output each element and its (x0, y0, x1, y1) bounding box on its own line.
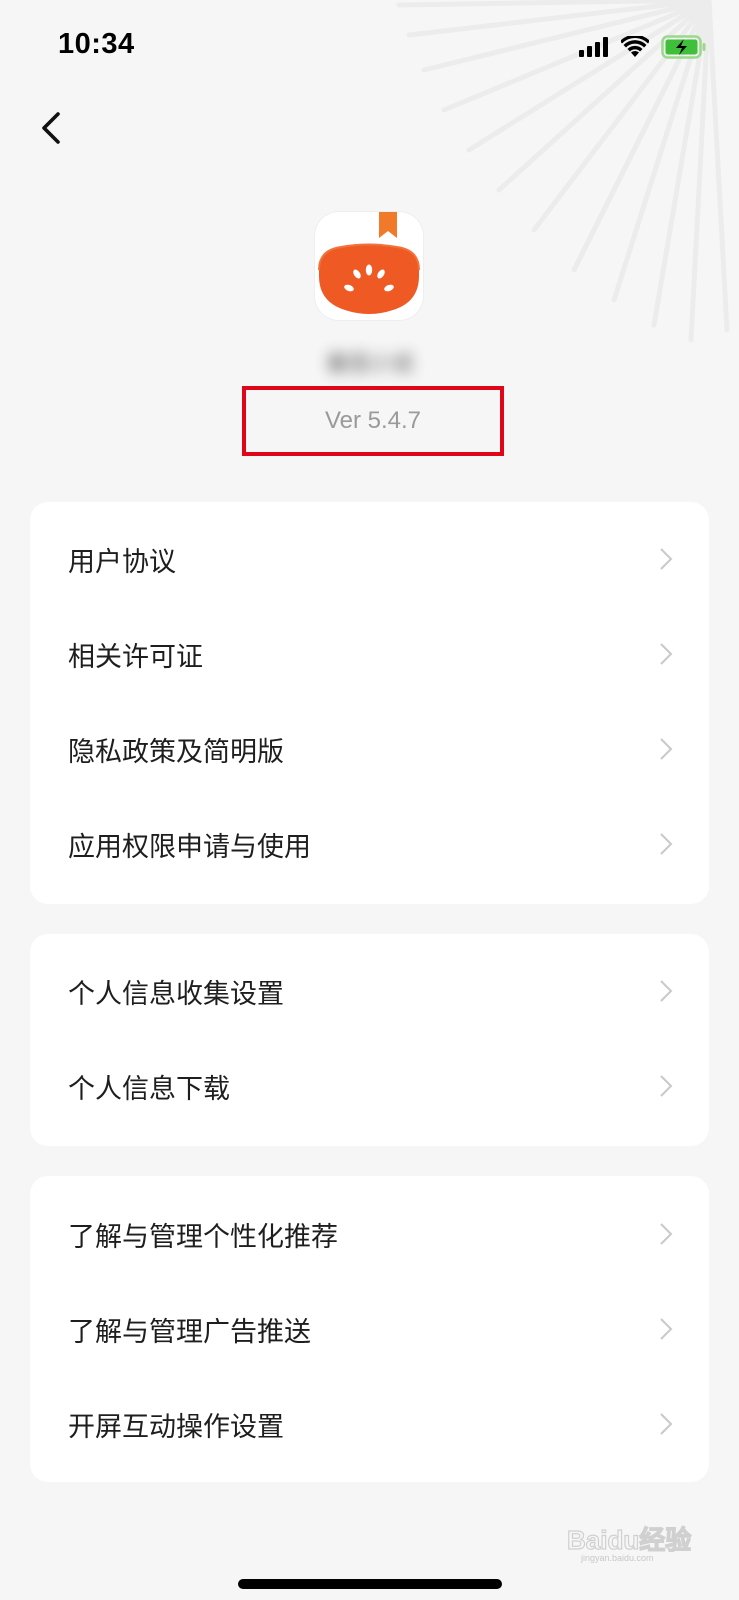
settings-card-recommendations: 了解与管理个性化推荐 了解与管理广告推送 开屏互动操作设置 (30, 1176, 709, 1482)
wifi-icon (621, 36, 649, 57)
app-name: 番茄小说 (325, 352, 414, 377)
menu-item-app-permissions[interactable]: 应用权限申请与使用 (30, 797, 709, 891)
cellular-signal-icon (579, 37, 608, 57)
menu-item-splash-interaction[interactable]: 开屏互动操作设置 (30, 1377, 709, 1471)
menu-item-info-download[interactable]: 个人信息下载 (30, 1039, 709, 1133)
app-logo-icon (315, 212, 423, 320)
home-indicator[interactable] (238, 1579, 502, 1589)
status-time: 10:34 (58, 28, 135, 60)
chevron-right-icon (660, 1413, 673, 1435)
chevron-right-icon (660, 1223, 673, 1245)
watermark-subtext: jingyan.baidu.com (580, 1553, 654, 1563)
menu-item-label: 隐私政策及简明版 (68, 736, 284, 768)
version-label: Ver 5.4.7 (324, 407, 422, 434)
menu-item-label: 个人信息收集设置 (68, 978, 284, 1010)
status-bar: 10:34 (0, 0, 739, 100)
settings-card-personal-info: 个人信息收集设置 个人信息下载 (30, 934, 709, 1146)
chevron-right-icon (660, 1318, 673, 1340)
menu-item-label: 了解与管理广告推送 (68, 1316, 311, 1348)
menu-item-user-agreement[interactable]: 用户协议 (30, 512, 709, 606)
back-chevron-icon[interactable] (32, 108, 72, 148)
menu-item-personalized-recommendation[interactable]: 了解与管理个性化推荐 (30, 1187, 709, 1281)
chevron-right-icon (660, 980, 673, 1002)
menu-item-label: 用户协议 (68, 546, 176, 578)
menu-item-label: 应用权限申请与使用 (68, 831, 311, 863)
menu-item-licenses[interactable]: 相关许可证 (30, 607, 709, 701)
chevron-right-icon (660, 1075, 673, 1097)
status-icons (579, 32, 707, 62)
menu-item-label: 相关许可证 (68, 641, 203, 673)
chevron-right-icon (660, 643, 673, 665)
menu-item-info-collection-settings[interactable]: 个人信息收集设置 (30, 944, 709, 1038)
chevron-right-icon (660, 738, 673, 760)
menu-item-label: 个人信息下载 (68, 1073, 230, 1105)
menu-item-ad-push[interactable]: 了解与管理广告推送 (30, 1282, 709, 1376)
menu-item-label: 开屏互动操作设置 (68, 1411, 284, 1443)
battery-charging-icon (661, 35, 706, 59)
version-highlight-box: Ver 5.4.7 (242, 386, 504, 456)
chevron-right-icon (660, 833, 673, 855)
watermark-text: Baidu经验 (567, 1525, 691, 1555)
chevron-right-icon (660, 548, 673, 570)
baidu-watermark-logo: Baidu经验 jingyan.baidu.com (567, 1524, 692, 1563)
menu-item-label: 了解与管理个性化推荐 (68, 1221, 338, 1253)
settings-card-legal: 用户协议 相关许可证 隐私政策及简明版 应用权限申请与使用 (30, 502, 709, 904)
menu-item-privacy-policy[interactable]: 隐私政策及简明版 (30, 702, 709, 796)
